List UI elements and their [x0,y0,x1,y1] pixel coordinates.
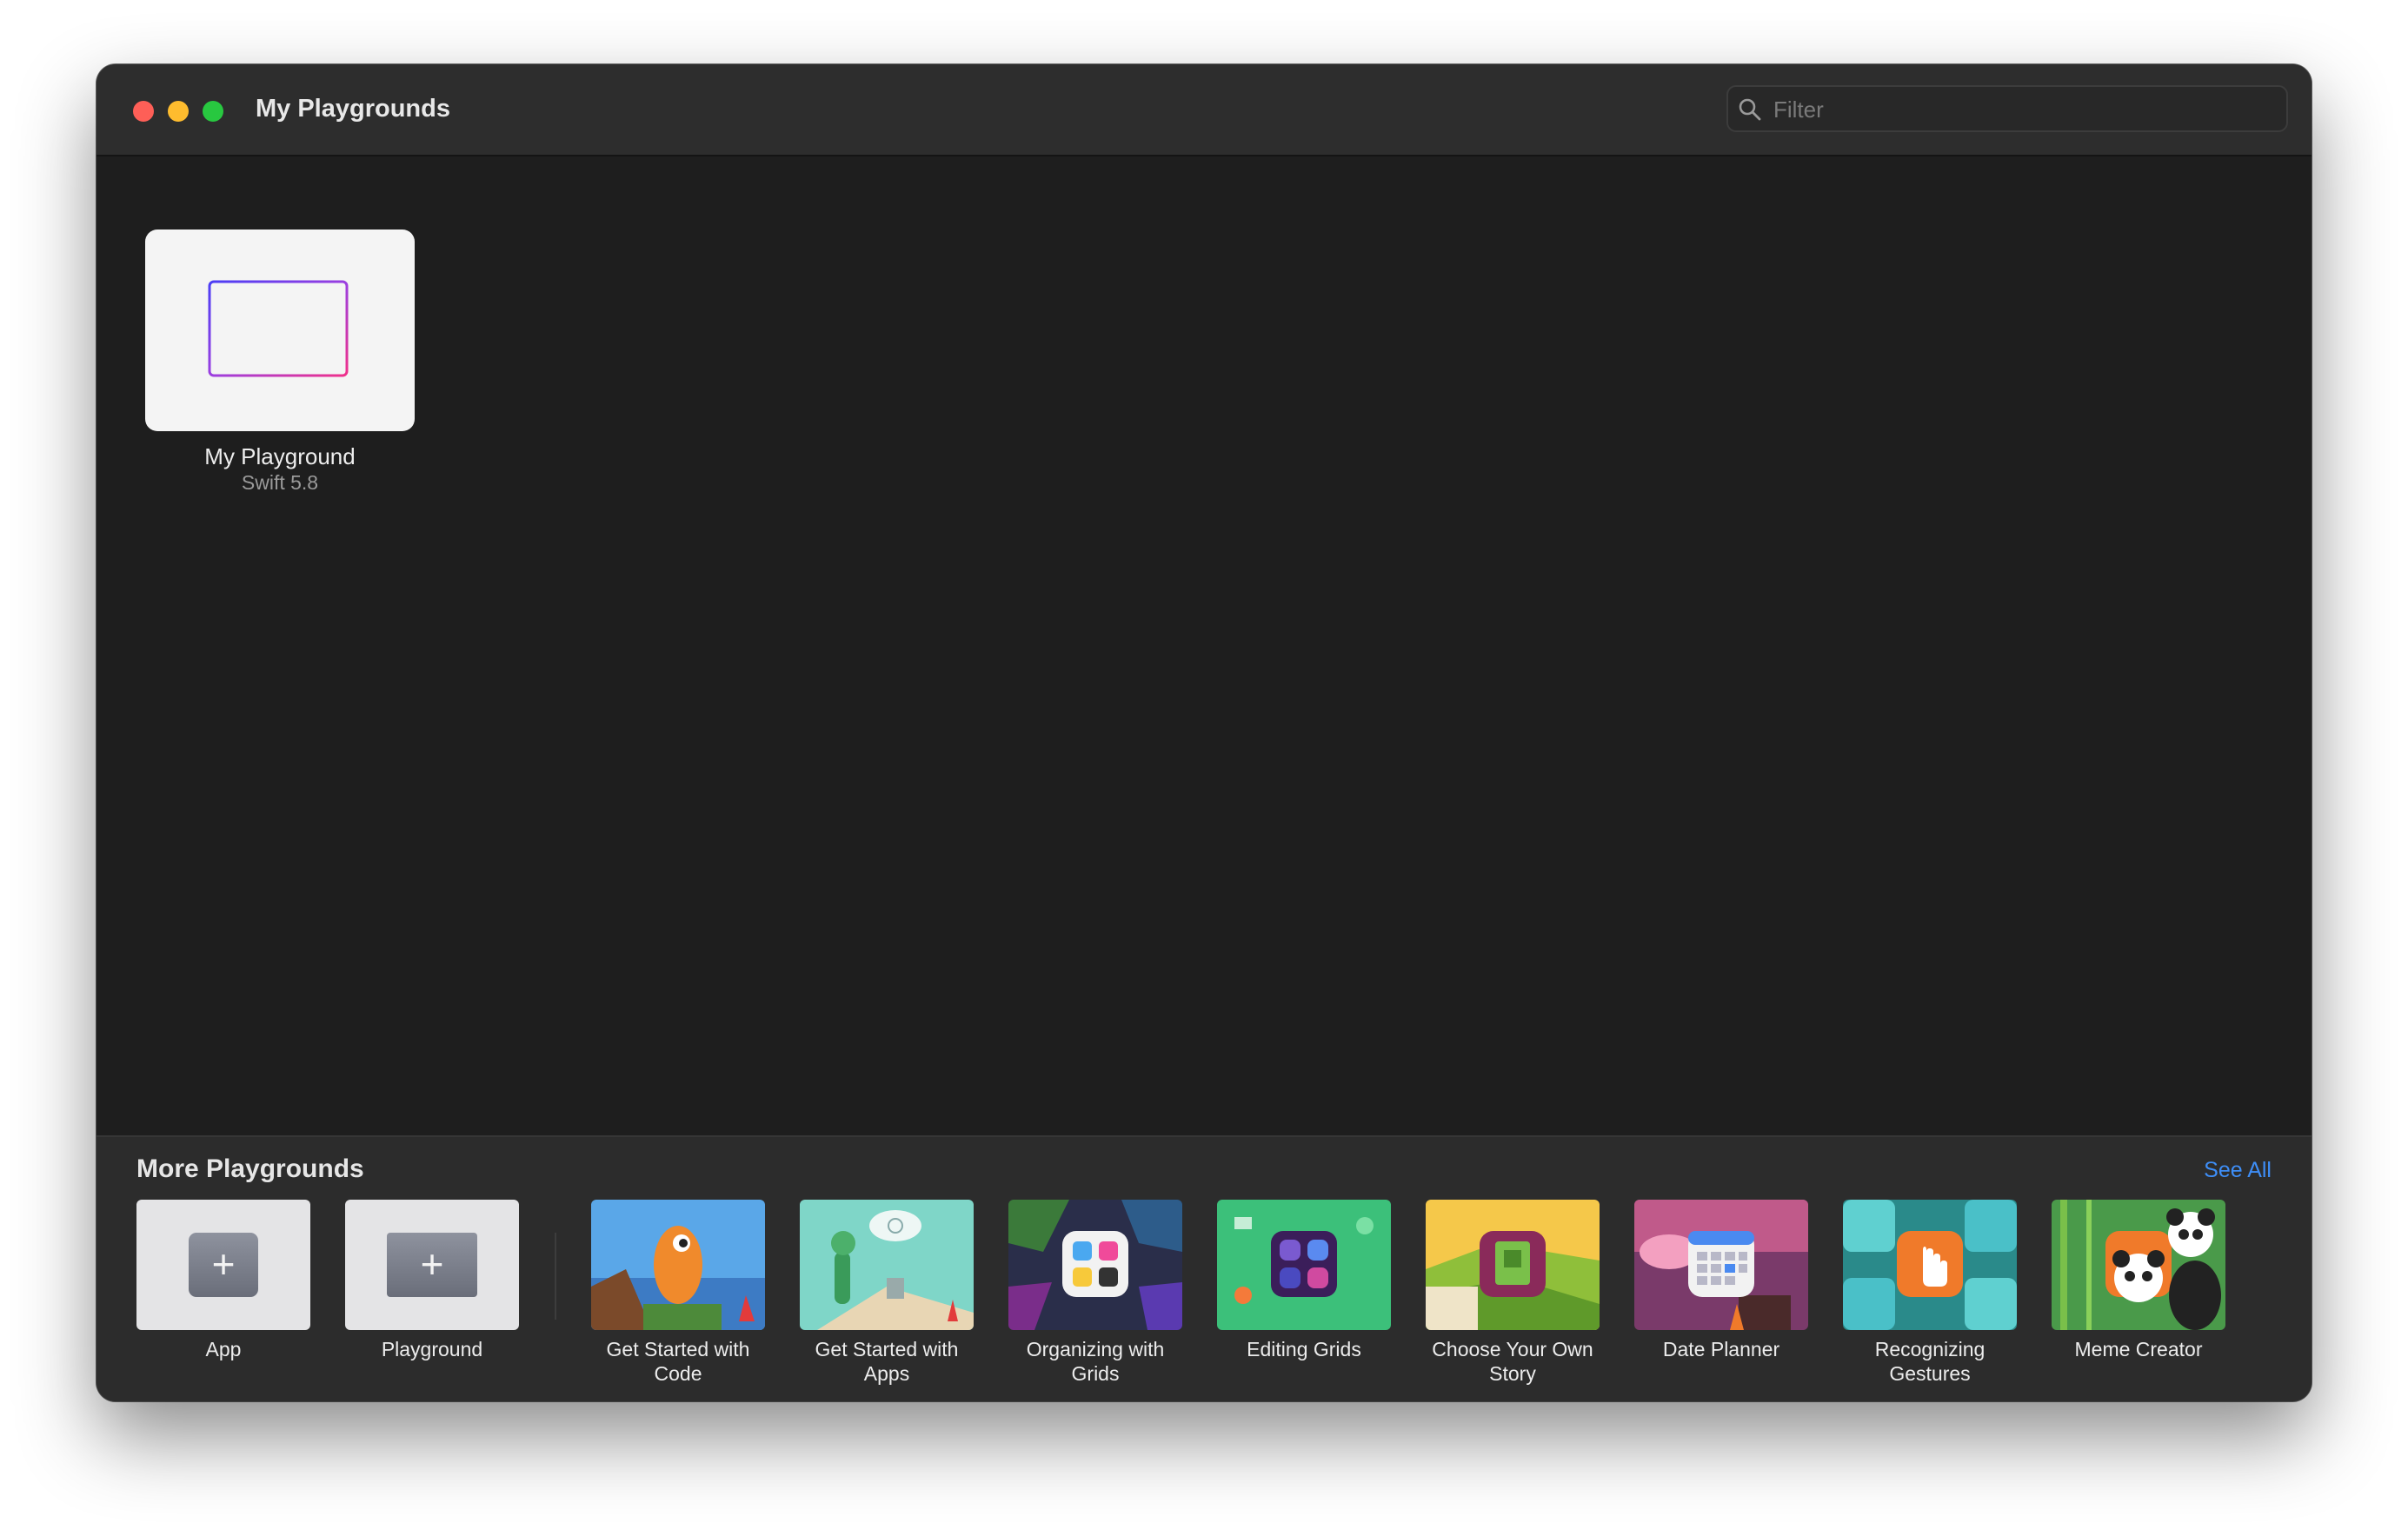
app-template-tile[interactable]: + App [136,1200,310,1361]
panda-icon [2052,1200,2225,1330]
date-planner-tile[interactable]: Date Planner [1634,1200,1808,1361]
get-started-with-code-tile[interactable]: Get Started with Code [591,1200,765,1386]
title-bar: My Playgrounds [96,64,2312,156]
see-all-link[interactable]: See All [2204,1158,2272,1183]
tile-label-line2: Code [654,1362,702,1385]
recognizing-gestures-thumbnail[interactable] [1843,1200,2017,1330]
close-button[interactable] [133,101,154,122]
plus-icon: + [189,1233,258,1297]
playground-template-tile[interactable]: + Playground [345,1200,519,1361]
playgrounds-area: My Playground Swift 5.8 [96,156,2312,1135]
grid-app-icon [1008,1200,1182,1330]
meme-creator-tile[interactable]: Meme Creator [2052,1200,2225,1361]
minimize-button[interactable] [168,101,189,122]
playground-name: My Playground [204,443,356,469]
playground-template-thumbnail[interactable]: + [345,1200,519,1330]
more-playgrounds-heading: More Playgrounds [136,1154,364,1183]
byte-character-icon [591,1200,765,1330]
tile-label-line1: Get Started with [815,1338,959,1360]
get-started-with-apps-tile[interactable]: Get Started with Apps [800,1200,974,1386]
tile-label-line1: Recognizing [1874,1338,1986,1360]
search-icon [1739,98,1761,121]
tile-label-line1: Choose Your Own [1432,1338,1593,1360]
playground-version: Swift 5.8 [241,471,319,494]
zoom-button[interactable] [203,101,223,122]
choose-your-own-story-thumbnail[interactable] [1426,1200,1600,1330]
editing-grids-tile[interactable]: Editing Grids [1217,1200,1391,1361]
section-divider [555,1233,556,1320]
calendar-icon [1634,1200,1808,1330]
organizing-with-grids-tile[interactable]: Organizing with Grids [1008,1200,1182,1386]
editing-grids-thumbnail[interactable] [1217,1200,1391,1330]
tile-label-line1: Editing Grids [1247,1338,1361,1360]
filter-input[interactable] [1772,87,2279,132]
storybook-icon [1426,1200,1600,1330]
get-started-with-apps-thumbnail[interactable] [800,1200,974,1330]
playground-frame-icon [208,280,349,377]
choose-your-own-story-tile[interactable]: Choose Your Own Story [1426,1200,1600,1386]
get-started-with-code-thumbnail[interactable] [591,1200,765,1330]
organizing-with-grids-thumbnail[interactable] [1008,1200,1182,1330]
tile-label-line2: Apps [863,1362,910,1385]
tile-label-line1: Organizing with [1026,1338,1165,1360]
tile-label-line2: Gestures [1889,1362,1971,1385]
meme-creator-thumbnail[interactable] [2052,1200,2225,1330]
window-title: My Playgrounds [256,95,450,123]
tile-label-line1: Get Started with [606,1338,750,1360]
app-template-label: App [205,1338,242,1360]
gesture-hand-icon [1843,1200,2017,1330]
more-playgrounds-panel: More Playgrounds See All + App + Playgro… [96,1135,2312,1401]
playground-template-label: Playground [381,1338,483,1360]
filter-field[interactable] [1726,85,2288,132]
plus-icon: + [387,1233,477,1297]
tile-label-line2: Story [1489,1362,1536,1385]
playgrounds-window: My Playgrounds Filter My Playground Swif… [96,64,2312,1401]
tile-label-line2: Grids [1071,1362,1120,1385]
playground-thumbnail[interactable] [145,230,415,431]
tile-label-line1: Date Planner [1662,1338,1780,1360]
grid-editor-icon [1217,1200,1391,1330]
date-planner-thumbnail[interactable] [1634,1200,1808,1330]
character-thinking-icon [800,1200,974,1330]
app-template-thumbnail[interactable]: + [136,1200,310,1330]
tile-label-line1: Meme Creator [2074,1338,2203,1360]
recognizing-gestures-tile[interactable]: Recognizing Gestures [1843,1200,2017,1386]
